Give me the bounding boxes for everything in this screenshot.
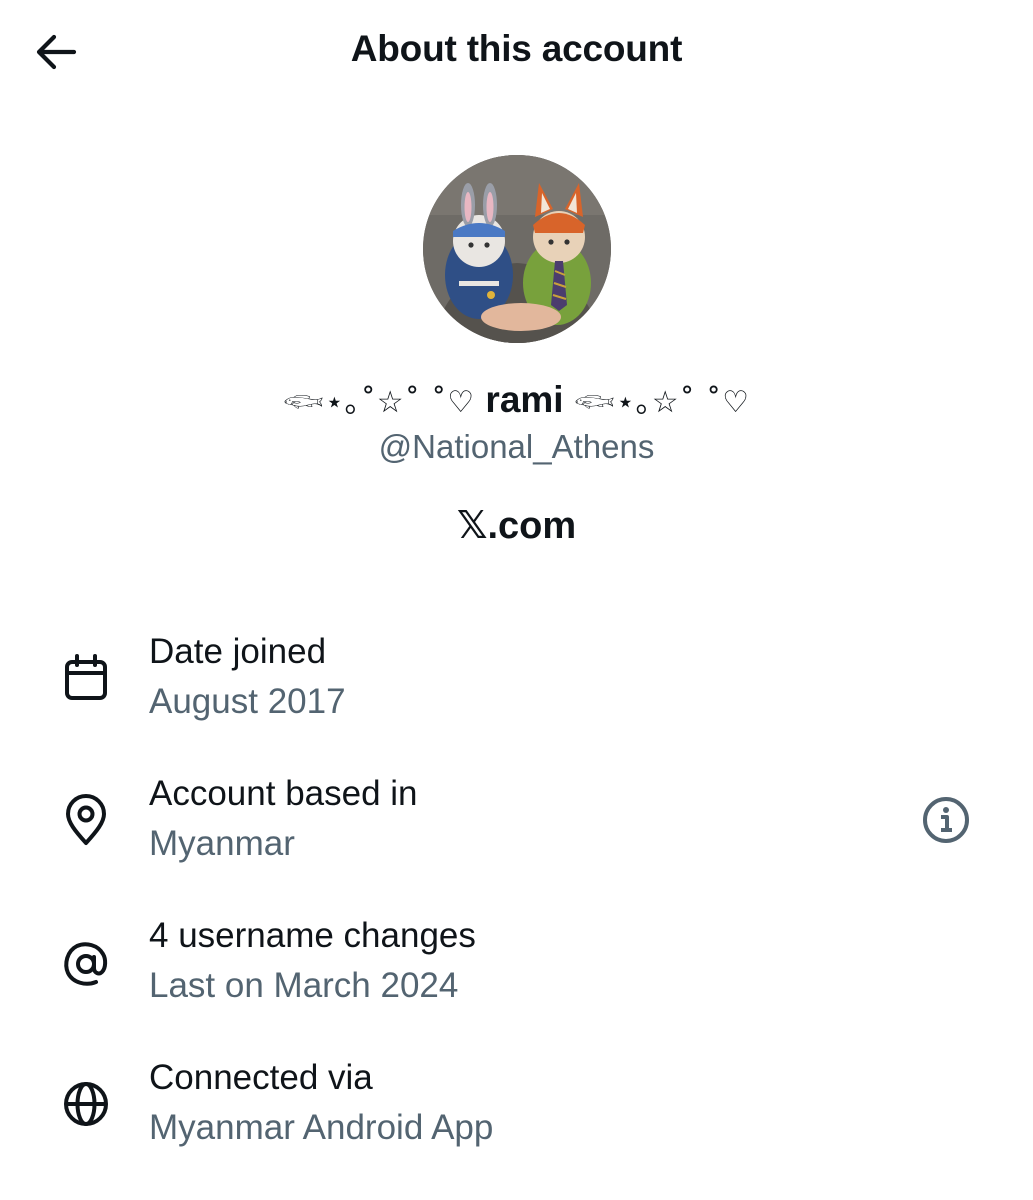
info-title: 4 username changes (149, 916, 476, 955)
display-name-text: rami (485, 379, 564, 420)
display-name: 𓆟⋆｡˚☆˚ ˚♡ rami 𓆟⋆｡☆˚ ˚♡ (0, 372, 1033, 422)
info-icon (921, 795, 971, 850)
name-prefix-decoration: 𓆟⋆｡˚☆˚ ˚♡ (282, 385, 476, 420)
connected-via-row: Connected via Myanmar Android App (0, 1058, 1033, 1168)
date-joined-row: Date joined August 2017 (0, 632, 1033, 742)
about-account-page: About this account 𓆟⋆｡˚☆˚ ˚♡ rami 𓆟⋆｡☆˚ … (0, 0, 1033, 1200)
username-handle[interactable]: @National_Athens (0, 428, 1033, 466)
calendar-icon (60, 652, 112, 704)
info-button[interactable] (918, 794, 974, 850)
info-title: Date joined (149, 632, 327, 671)
page-title: About this account (350, 28, 683, 69)
info-title: Account based in (149, 774, 418, 813)
at-sign-icon (60, 938, 112, 990)
globe-icon (60, 1078, 112, 1130)
info-value: August 2017 (149, 682, 346, 721)
platform-label: 𝕏.com (456, 505, 577, 547)
name-suffix-decoration: 𓆟⋆｡☆˚ ˚♡ (573, 385, 751, 420)
info-title: Connected via (149, 1058, 373, 1097)
info-value: Last on March 2024 (149, 966, 459, 1005)
username-changes-row: 4 username changes Last on March 2024 (0, 916, 1033, 1026)
info-value: Myanmar (149, 824, 295, 863)
location-pin-icon (60, 794, 112, 846)
info-value: Myanmar Android App (149, 1108, 494, 1147)
avatar[interactable] (423, 155, 611, 343)
account-based-in-row: Account based in Myanmar (0, 774, 1033, 884)
top-bar: About this account (0, 0, 1033, 105)
